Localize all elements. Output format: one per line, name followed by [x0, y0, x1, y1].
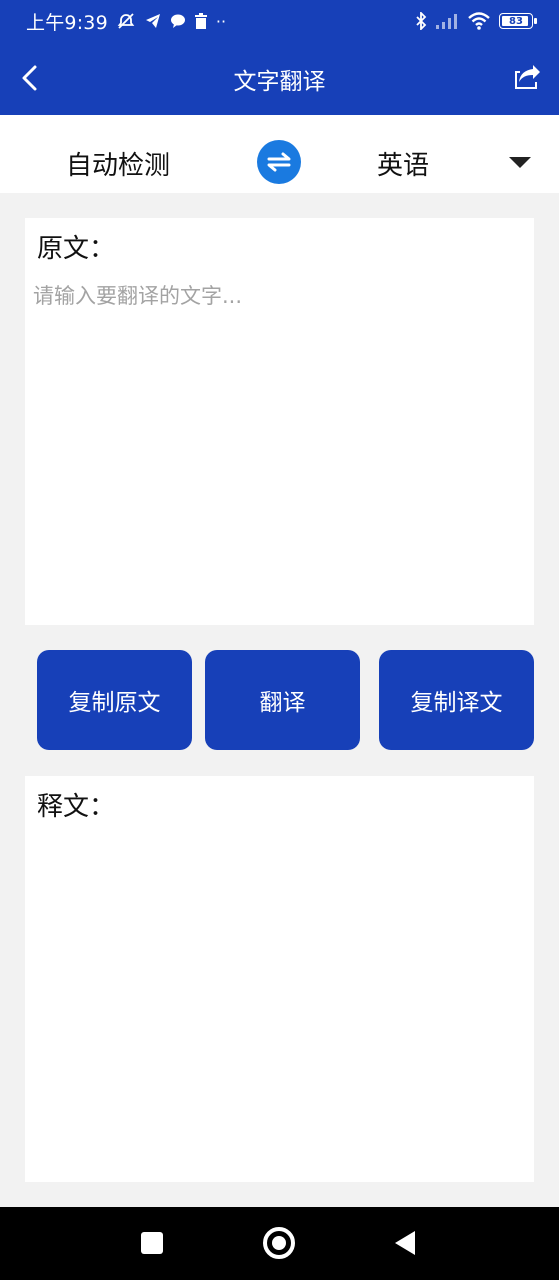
signal-icon [436, 14, 457, 29]
message-icon [170, 14, 185, 28]
language-bar: 自动检测 英语 [0, 115, 559, 193]
swap-language-button[interactable] [257, 140, 301, 184]
telegram-icon [145, 14, 160, 28]
app-bar: 文字翻译 [0, 42, 559, 115]
bluetooth-icon [416, 12, 427, 30]
source-label: 原文： [37, 234, 116, 264]
battery-icon: 83 [499, 13, 537, 29]
copy-result-button[interactable]: 复制译文 [379, 650, 534, 750]
copy-source-button[interactable]: 复制原文 [37, 650, 192, 750]
alarm-off-icon [117, 13, 135, 29]
share-icon [515, 65, 540, 89]
trash-icon [194, 13, 207, 29]
battery-level: 83 [509, 15, 523, 27]
translate-screen: 上午9:39 ·· 83 文字翻译 自动检测 英语 原文： 请输入要翻译的文字.… [0, 0, 559, 1280]
triangle-down-icon[interactable] [509, 157, 531, 169]
source-text-input[interactable] [33, 280, 523, 610]
result-label: 释文： [37, 792, 116, 822]
nav-back-icon[interactable] [395, 1231, 415, 1255]
back-button[interactable] [12, 60, 48, 96]
translate-button[interactable]: 翻译 [205, 650, 360, 750]
share-button[interactable] [507, 58, 545, 96]
source-text-panel: 原文： [25, 218, 534, 625]
target-language-selector[interactable]: 英语 [377, 145, 429, 182]
swap-arrows-icon [267, 152, 291, 172]
back-arrow-icon [22, 65, 37, 91]
home-icon[interactable] [263, 1227, 295, 1259]
status-time: 上午9:39 [26, 11, 108, 34]
system-icons: 83 [415, 12, 537, 30]
wifi-icon [468, 12, 490, 30]
system-navigation-bar [0, 1207, 559, 1280]
source-language-selector[interactable]: 自动检测 [66, 145, 170, 182]
page-title: 文字翻译 [233, 68, 326, 95]
status-bar: 上午9:39 ·· 83 [0, 0, 559, 42]
more-notifications-indicator: ·· [215, 11, 227, 31]
notification-icons: ·· [116, 11, 226, 31]
result-text-panel: 释文： [25, 776, 534, 1182]
recent-apps-icon[interactable] [141, 1232, 163, 1254]
